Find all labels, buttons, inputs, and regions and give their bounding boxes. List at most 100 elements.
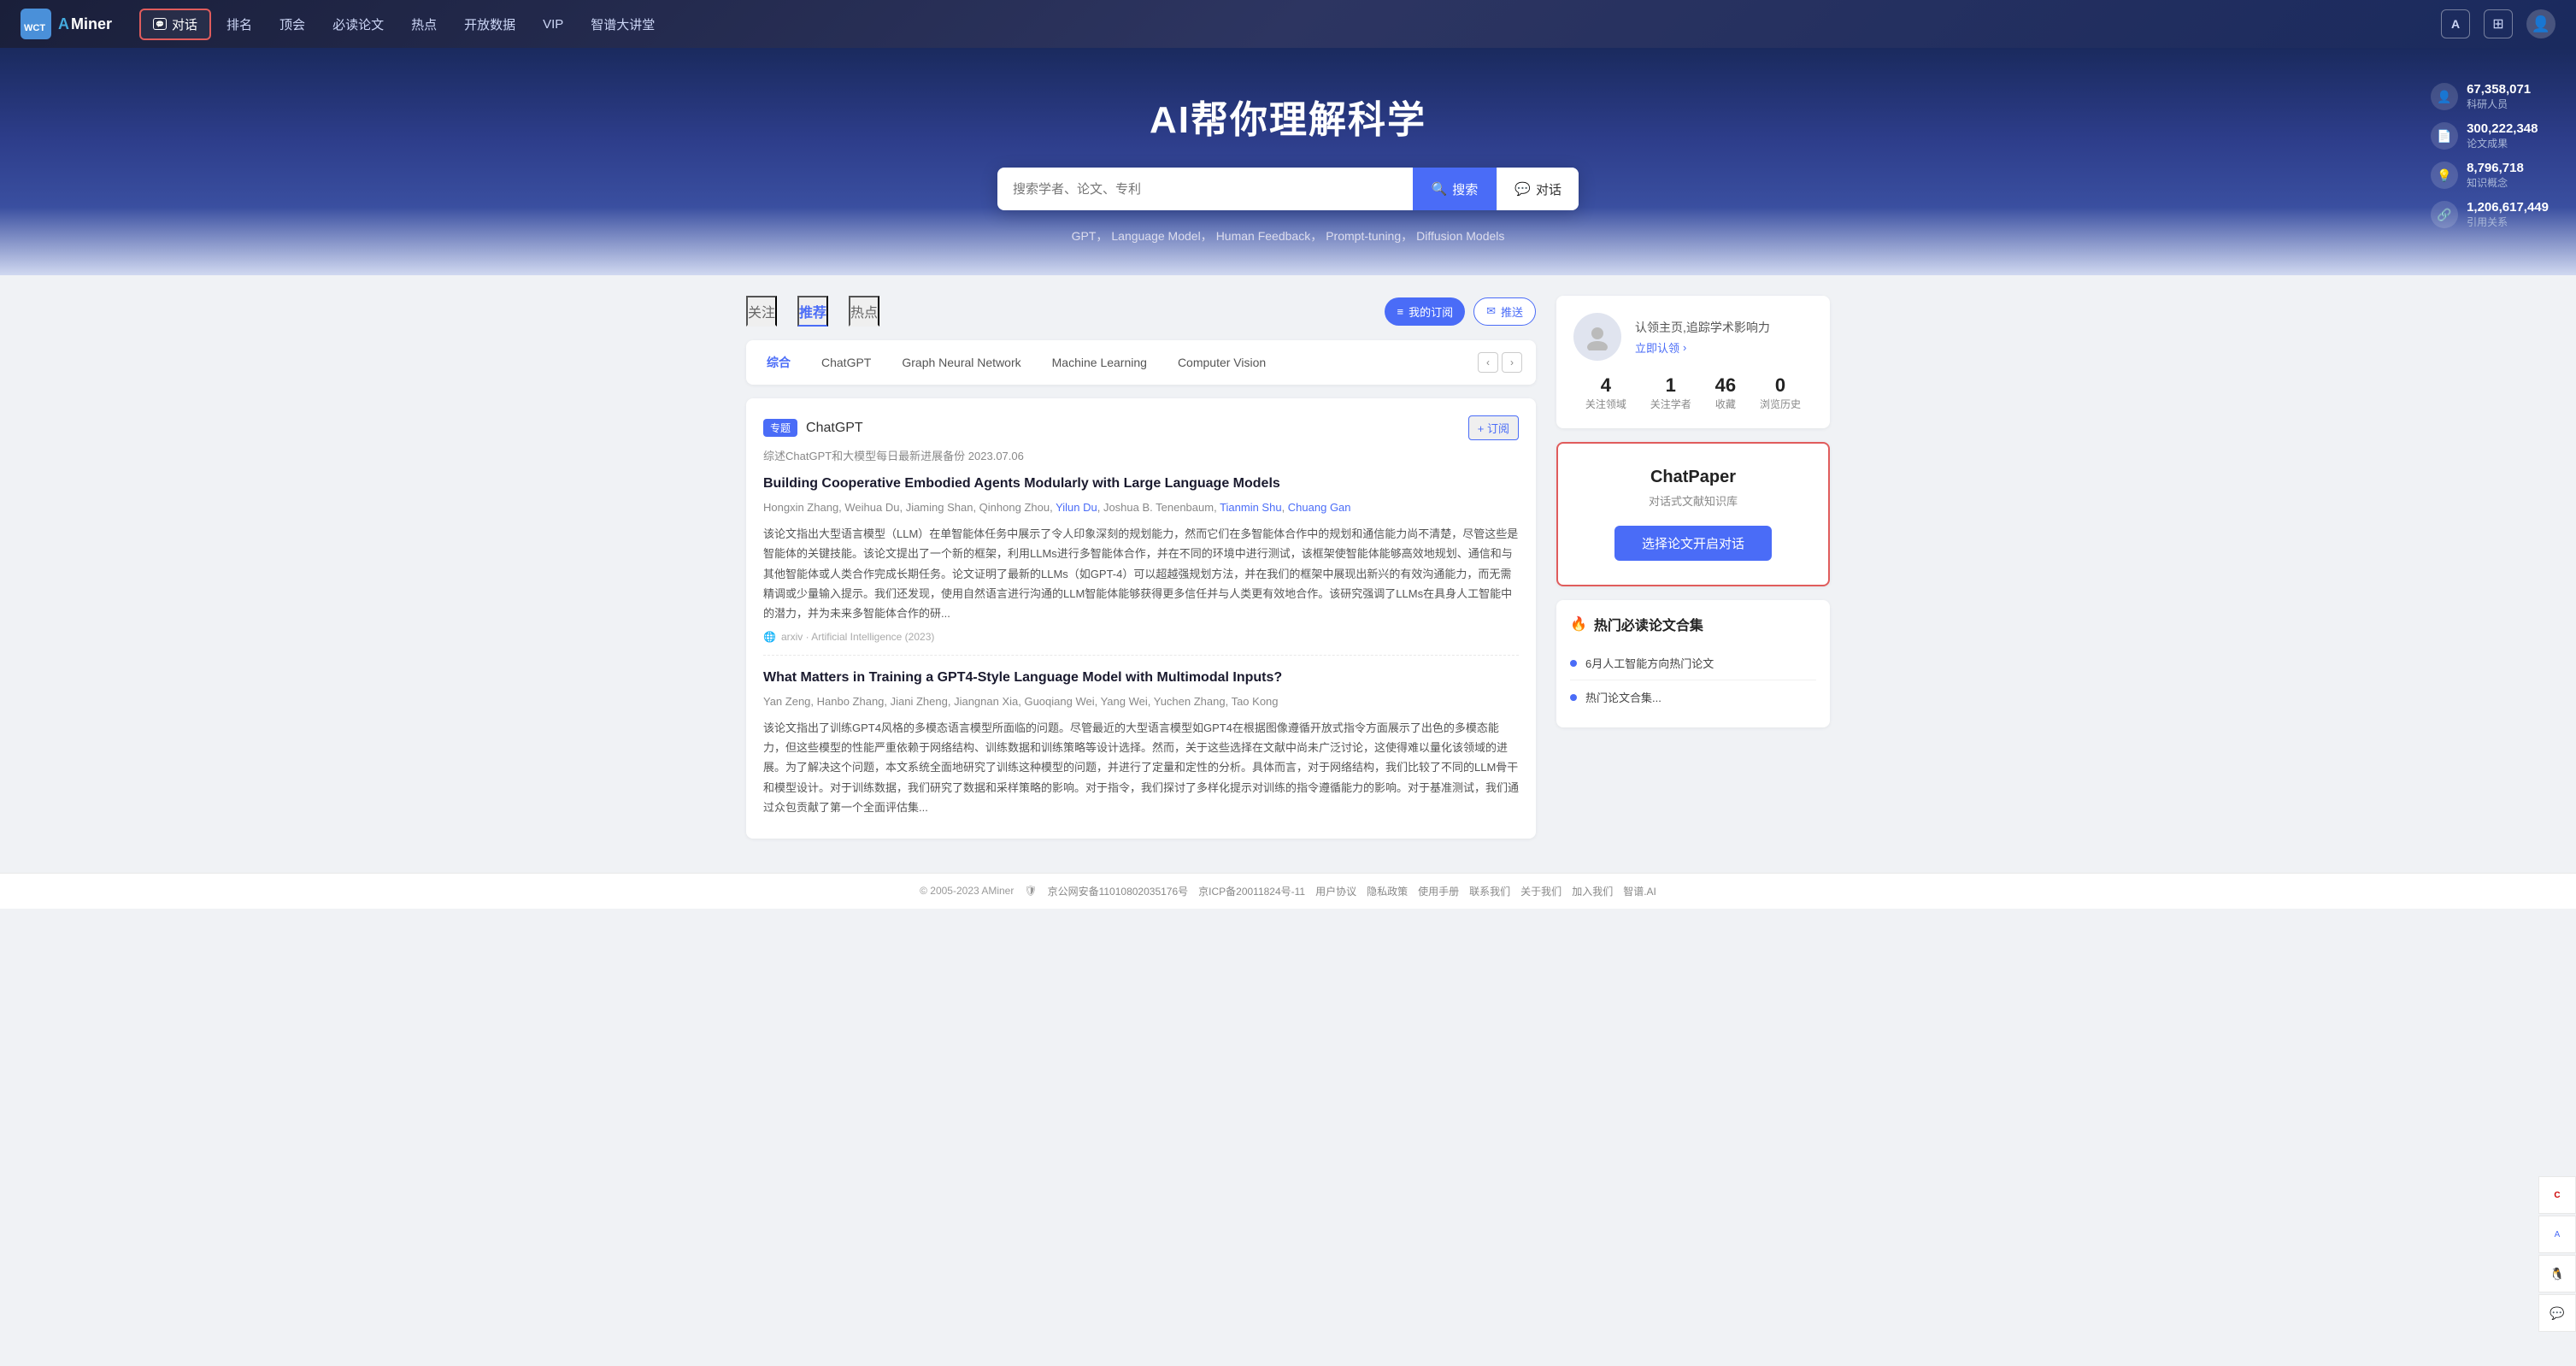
nav-item-hotspot[interactable]: 热点 [399,10,449,38]
subscription-button[interactable]: ≡ 我的订阅 [1385,297,1465,326]
footer-link-join[interactable]: 加入我们 [1572,884,1613,898]
stat-researchers-label: 科研人员 [2467,97,2531,111]
paper-item-2: What Matters in Training a GPT4-Style La… [763,668,1519,818]
nav-item-ranking[interactable]: 排名 [215,10,264,38]
section-meta: 综述ChatGPT和大模型每日最新进展备份 2023.07.06 [763,447,1519,463]
keyword-dm[interactable]: Diffusion Models [1416,229,1504,243]
aminer-logo-text: AMiner [58,15,112,33]
footer-link-privacy[interactable]: 隐私政策 [1367,884,1408,898]
sub-tab-arrows: ‹ › [1478,352,1522,373]
wechat-corner-icon[interactable]: 💬 [2538,1294,2576,1332]
keyword-gpt[interactable]: GPT， [1072,227,1109,244]
nav-item-mustread[interactable]: 必读论文 [321,10,396,38]
svg-text:WCT: WCT [24,23,45,33]
footer-copyright: © 2005-2023 AMiner [920,885,1014,897]
tab-follow[interactable]: 关注 [746,296,777,327]
chatpaper-open-button[interactable]: 选择论文开启对话 [1614,526,1772,561]
nav-item-opendata[interactable]: 开放数据 [452,10,527,38]
pstat-label-favorites: 收藏 [1715,397,1736,411]
footer-icp1[interactable]: 京公网安备11010802035176号 [1048,884,1189,898]
grid-button[interactable]: ⊞ [2484,9,2513,38]
globe-icon: 🌐 [763,631,776,643]
footer-link-contact[interactable]: 联系我们 [1469,884,1510,898]
nav-hotspot-label: 热点 [411,15,437,33]
claim-link-text: 立即认领 [1635,339,1679,356]
nav-mustread-label: 必读论文 [332,15,384,33]
citation-icon: 🔗 [2431,201,2458,228]
paper-1-title[interactable]: Building Cooperative Embodied Agents Mod… [763,474,1519,494]
footer-link-user-agreement[interactable]: 用户协议 [1315,884,1356,898]
hot-item-2-text: 热门论文合集... [1585,689,1661,705]
nav-item-vip[interactable]: VIP [531,12,575,37]
prev-subtab-button[interactable]: ‹ [1478,352,1498,373]
header-right: A ⊞ 👤 [2441,9,2555,38]
subtab-general[interactable]: 综合 [760,350,797,374]
section-tag: 专题 [763,419,797,437]
paper-2-title[interactable]: What Matters in Training a GPT4-Style La… [763,668,1519,688]
user-avatar-button[interactable]: 👤 [2526,9,2555,38]
hot-papers-title: 热门必读论文合集 [1594,614,1703,634]
stat-researchers-num: 67,358,071 [2467,82,2531,97]
footer-link-about[interactable]: 关于我们 [1520,884,1561,898]
search-input[interactable] [997,170,1413,209]
hot-item-2[interactable]: 热门论文合集... [1570,680,1816,714]
hot-dot-2 [1570,694,1577,701]
section-header: 专题 ChatGPT + 订阅 [763,415,1519,440]
footer-link-zhipu[interactable]: 智谱.AI [1623,884,1656,898]
subtab-cv[interactable]: Computer Vision [1171,352,1273,373]
subscribe-label: + 订阅 [1478,420,1509,436]
user-avatar-icon: 👤 [2532,15,2550,33]
subtab-chatgpt[interactable]: ChatGPT [815,352,878,373]
hero-chat-icon: 💬 [1514,181,1531,197]
hero-chat-button[interactable]: 💬 对话 [1497,168,1579,210]
main-nav: 💬 对话 排名 顶会 必读论文 热点 开放数据 VIP 智谱大讲堂 [139,9,2441,40]
qq-corner-icon[interactable]: 🐧 [2538,1255,2576,1292]
subtab-ml[interactable]: Machine Learning [1045,352,1154,373]
paper-1-source-text: arxiv · Artificial Intelligence (2023) [781,631,934,643]
csdn-corner-icon[interactable]: C [2538,1176,2576,1214]
subtab-gnn[interactable]: Graph Neural Network [895,352,1027,373]
pstat-history: 0 浏览历史 [1760,374,1801,411]
claim-link[interactable]: 立即认领 › [1635,339,1770,356]
csdn-icon: C [2554,1191,2560,1200]
paper-1-author-highlight-3[interactable]: Chuang Gan [1288,501,1351,514]
search-button[interactable]: 🔍 搜索 [1413,168,1497,210]
claim-arrow-icon: › [1683,341,1686,354]
footer-link-manual[interactable]: 使用手册 [1418,884,1459,898]
push-button[interactable]: ✉ 推送 [1473,297,1536,326]
pstat-favorites: 46 收藏 [1715,374,1736,411]
qq-icon: 🐧 [2550,1267,2564,1281]
fire-icon: 🔥 [1570,615,1587,633]
keyword-pt[interactable]: Prompt-tuning， [1326,227,1413,244]
send-icon: ✉ [1486,304,1496,318]
stat-concepts-label: 知识概念 [2467,175,2524,190]
paper-1-author-highlight-1[interactable]: Yilun Du [1056,501,1097,514]
tab-recommend[interactable]: 推荐 [797,296,828,327]
aminer-corner-icon[interactable]: A [2538,1216,2576,1253]
stat-concepts: 💡 8,796,718 知识概念 [2431,161,2549,190]
subscribe-button[interactable]: + 订阅 [1468,415,1519,440]
profile-card: 认领主页,追踪学术影响力 立即认领 › 4 关注领域 1 关注学者 46 [1556,296,1830,428]
nav-item-topconf[interactable]: 顶会 [268,10,317,38]
stats-panel: 👤 67,358,071 科研人员 📄 300,222,348 论文成果 💡 8… [2431,82,2549,229]
logo-area[interactable]: WCT AMiner [21,9,112,39]
stat-papers: 📄 300,222,348 论文成果 [2431,121,2549,150]
profile-top: 认领主页,追踪学术影响力 立即认领 › [1573,313,1813,361]
translate-button[interactable]: A [2441,9,2470,38]
keyword-hf[interactable]: Human Feedback， [1216,227,1323,244]
hero-section: AI帮你理解科学 🔍 搜索 💬 对话 GPT， Language Model， … [0,48,2576,275]
tab-hotspot[interactable]: 热点 [849,296,879,327]
nav-item-chat[interactable]: 💬 对话 [139,9,211,40]
sub-tab-bar: 综合 ChatGPT Graph Neural Network Machine … [746,340,1536,385]
footer-icp2[interactable]: 京ICP备20011824号-11 [1198,884,1305,898]
hot-item-1[interactable]: 6月人工智能方向热门论文 [1570,646,1816,680]
main-tab-header: 关注 推荐 热点 ≡ 我的订阅 ✉ 推送 [746,296,1536,327]
chat-icon: 💬 [153,18,167,30]
keyword-lm[interactable]: Language Model， [1111,227,1212,244]
next-subtab-button[interactable]: › [1502,352,1522,373]
nav-item-lecture[interactable]: 智谱大讲堂 [579,10,667,38]
pstat-follow-scholar: 1 关注学者 [1650,374,1691,411]
chatpaper-title: ChatPaper [1575,468,1811,487]
aminer-corner-icon-text: A [2555,1230,2561,1239]
paper-1-author-highlight-2[interactable]: Tianmin Shu [1220,501,1282,514]
